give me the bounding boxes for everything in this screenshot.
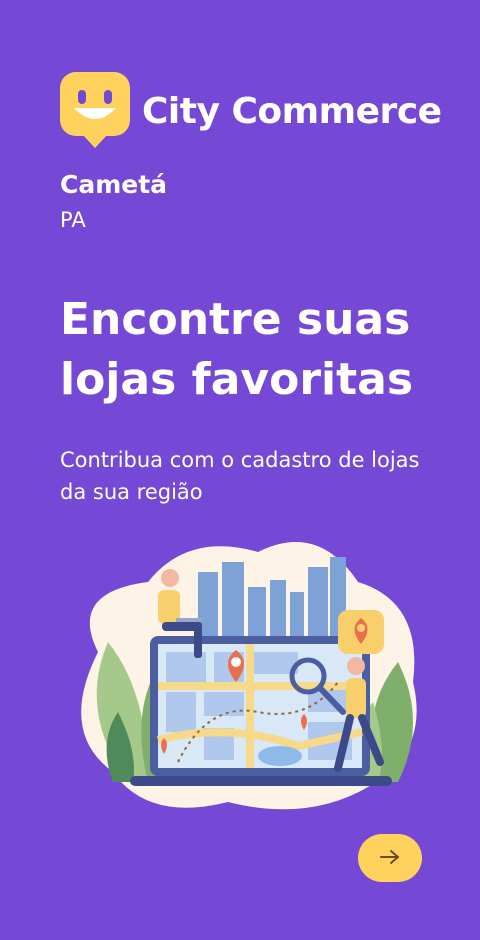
next-button[interactable] <box>358 834 422 882</box>
onboarding-subtitle: Contribua com o cadastro de lojas da sua… <box>60 448 420 504</box>
smiley-chat-icon <box>60 72 130 150</box>
city-map-illustration <box>58 532 428 822</box>
app-name: City Commerce <box>142 90 442 132</box>
app-header: City Commerce <box>60 72 442 150</box>
onboarding-headline: Encontre suas lojas favoritas <box>60 294 414 405</box>
city-name: Cametá <box>60 170 168 199</box>
state-name: PA <box>60 208 86 232</box>
arrow-right-icon <box>379 849 401 868</box>
